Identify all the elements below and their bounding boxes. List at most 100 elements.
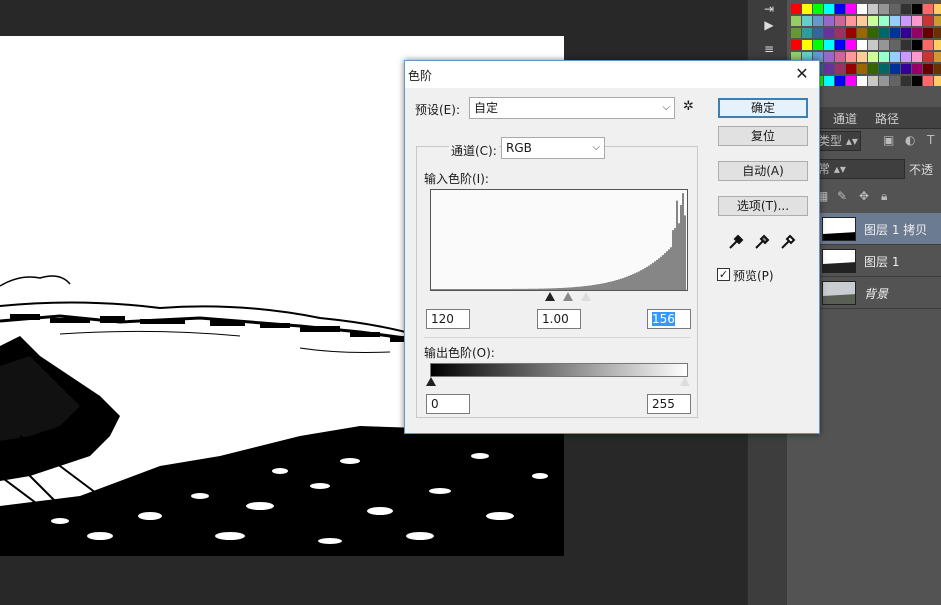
color-swatch[interactable] <box>802 28 812 38</box>
lock-pixels-icon[interactable]: ✎ <box>837 189 847 203</box>
color-swatch[interactable] <box>835 4 845 14</box>
color-swatch[interactable] <box>868 40 878 50</box>
options-button[interactable]: 选项(T)... <box>718 196 808 216</box>
color-swatch[interactable] <box>890 28 900 38</box>
color-swatch[interactable] <box>791 28 801 38</box>
color-swatch[interactable] <box>890 52 900 62</box>
input-gamma-field[interactable]: 1.00 <box>537 309 581 329</box>
channel-select[interactable]: RGB ⌵ <box>501 137 605 159</box>
color-swatch[interactable] <box>802 4 812 14</box>
color-swatch[interactable] <box>912 28 922 38</box>
input-gamma-slider[interactable] <box>563 292 573 301</box>
color-swatch[interactable] <box>824 76 834 86</box>
color-swatch[interactable] <box>879 4 889 14</box>
close-icon[interactable]: ✕ <box>793 64 811 84</box>
color-swatch[interactable] <box>791 16 801 26</box>
gray-point-eyedropper-icon[interactable] <box>753 233 771 251</box>
color-swatch[interactable] <box>890 40 900 50</box>
color-swatch[interactable] <box>923 28 933 38</box>
color-swatch[interactable] <box>846 52 856 62</box>
color-swatch[interactable] <box>846 64 856 74</box>
color-swatch[interactable] <box>835 76 845 86</box>
reset-button[interactable]: 复位 <box>718 126 808 146</box>
color-swatch[interactable] <box>912 76 922 86</box>
color-swatch[interactable] <box>901 52 911 62</box>
output-white-field[interactable]: 255 <box>647 394 691 414</box>
color-swatch[interactable] <box>835 52 845 62</box>
color-swatch[interactable] <box>868 16 878 26</box>
filter-image-icon[interactable]: ▣ <box>883 133 894 147</box>
color-swatch[interactable] <box>912 64 922 74</box>
color-swatch[interactable] <box>923 64 933 74</box>
color-swatch[interactable] <box>934 76 941 86</box>
color-swatch[interactable] <box>934 64 941 74</box>
color-swatch[interactable] <box>846 76 856 86</box>
color-swatch[interactable] <box>879 64 889 74</box>
color-swatch[interactable] <box>912 40 922 50</box>
color-swatch[interactable] <box>857 28 867 38</box>
color-swatch[interactable] <box>934 4 941 14</box>
preset-select[interactable]: 自定 ⌵ <box>469 97 675 119</box>
color-swatch[interactable] <box>923 4 933 14</box>
color-swatch[interactable] <box>791 4 801 14</box>
color-swatch[interactable] <box>813 16 823 26</box>
color-swatch[interactable] <box>890 4 900 14</box>
color-swatch[interactable] <box>923 40 933 50</box>
color-swatch[interactable] <box>846 4 856 14</box>
color-swatch[interactable] <box>879 52 889 62</box>
color-swatch[interactable] <box>824 64 834 74</box>
color-swatch[interactable] <box>813 40 823 50</box>
color-swatch[interactable] <box>835 64 845 74</box>
color-swatch[interactable] <box>890 16 900 26</box>
input-white-field[interactable]: 156 <box>647 309 691 329</box>
color-swatch[interactable] <box>901 40 911 50</box>
color-swatch[interactable] <box>802 16 812 26</box>
color-swatch[interactable] <box>868 4 878 14</box>
filter-adjust-icon[interactable]: ◐ <box>905 133 915 147</box>
lock-all-icon[interactable]: 🔒︎ <box>881 189 887 204</box>
color-swatch[interactable] <box>923 52 933 62</box>
color-swatch[interactable] <box>923 16 933 26</box>
output-black-field[interactable]: 0 <box>426 394 470 414</box>
color-swatch[interactable] <box>901 28 911 38</box>
blend-mode-select[interactable]: 常 ▴▾ <box>813 159 905 179</box>
color-swatch[interactable] <box>934 40 941 50</box>
color-swatch[interactable] <box>857 40 867 50</box>
ok-button[interactable]: 确定 <box>718 98 808 118</box>
color-swatch[interactable] <box>835 40 845 50</box>
color-swatch[interactable] <box>934 16 941 26</box>
brush-preset-icon[interactable]: ≡ <box>758 40 780 58</box>
preview-checkbox[interactable]: ✓ <box>717 268 730 281</box>
color-swatch[interactable] <box>879 28 889 38</box>
color-swatch[interactable] <box>890 76 900 86</box>
color-swatch[interactable] <box>824 16 834 26</box>
color-swatch[interactable] <box>824 4 834 14</box>
color-swatch[interactable] <box>824 40 834 50</box>
color-swatch[interactable] <box>835 16 845 26</box>
color-swatch[interactable] <box>879 16 889 26</box>
color-swatch[interactable] <box>934 52 941 62</box>
color-swatch[interactable] <box>813 4 823 14</box>
output-black-slider[interactable] <box>426 377 436 386</box>
layer-filter-kind[interactable]: 类型 ▴▾ <box>813 131 861 151</box>
color-swatch[interactable] <box>868 76 878 86</box>
filter-type-icon[interactable]: T <box>927 133 934 147</box>
play-action-icon[interactable]: ▶ <box>758 16 780 34</box>
input-black-slider[interactable] <box>545 292 555 301</box>
color-swatch[interactable] <box>824 28 834 38</box>
color-swatch[interactable] <box>934 28 941 38</box>
tab-paths[interactable]: 路径 <box>875 110 899 128</box>
color-swatch[interactable] <box>868 64 878 74</box>
tab-channels[interactable]: 通道 <box>833 110 857 128</box>
color-swatch[interactable] <box>868 52 878 62</box>
lock-position-icon[interactable]: ✥ <box>859 189 869 203</box>
preset-options-gear-icon[interactable]: ✲ <box>683 99 694 114</box>
color-swatch[interactable] <box>813 28 823 38</box>
input-black-field[interactable]: 120 <box>426 309 470 329</box>
white-point-eyedropper-icon[interactable] <box>779 233 797 251</box>
color-swatch[interactable] <box>901 76 911 86</box>
color-swatch[interactable] <box>846 28 856 38</box>
color-swatch[interactable] <box>868 28 878 38</box>
color-swatch[interactable] <box>901 64 911 74</box>
color-swatch[interactable] <box>901 16 911 26</box>
